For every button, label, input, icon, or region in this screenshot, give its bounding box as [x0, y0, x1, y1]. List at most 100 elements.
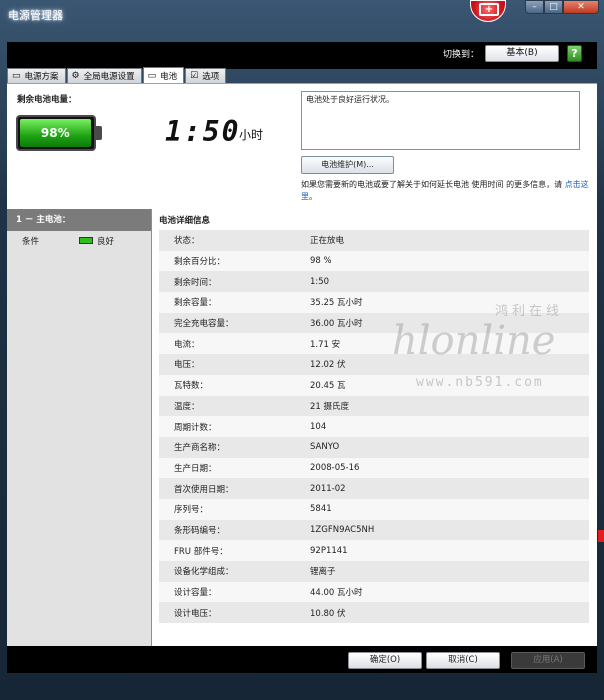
battery-maintenance-button[interactable]: 电池维护(M)... [301, 156, 394, 174]
info-text-body: 如果您需要新的电池或要了解关于如何延长电池 使用时间 的更多信息，请 [301, 180, 565, 189]
title-bar: 电源管理器 + – □ ✕ [0, 0, 604, 42]
detail-value: 正在放电 [310, 236, 345, 247]
battery-info-text: 如果您需要新的电池或要了解关于如何延长电池 使用时间 的更多信息，请 点击这里。 [301, 179, 591, 203]
battery-summary-panel: 剩余电池电量： 98% 1:50 小时 电池处于良好运行状况。 电池维护(M).… [7, 83, 597, 209]
detail-key: 设备化学组成： [174, 567, 234, 578]
switch-to-label: 切换到： [443, 50, 480, 60]
battery-gauge: 98% [16, 115, 102, 151]
cancel-button[interactable]: 取消(C) [426, 652, 500, 669]
detail-value: 12.02 伏 [310, 360, 346, 371]
detail-row: 电压： 12.02 伏 [159, 354, 589, 375]
condition-row: 条件 良好 [7, 231, 151, 251]
detail-value: 36.00 瓦小时 [310, 319, 363, 330]
tab-battery[interactable]: ▭ 电池 [142, 67, 185, 83]
apply-button[interactable]: 应用(A) [511, 652, 585, 669]
minimize-button[interactable]: – [525, 0, 544, 14]
tab-label: 电源方案 [24, 72, 59, 82]
tab-label: 选项 [202, 72, 220, 82]
detail-key: 序列号： [174, 505, 209, 516]
tab-power-plans[interactable]: ▭ 电源方案 [7, 68, 66, 83]
remaining-time-unit: 小时 [239, 128, 264, 142]
battery-gauge-body: 98% [16, 115, 96, 151]
detail-value: 2008-05-16 [310, 462, 360, 473]
detail-value: 2011-02 [310, 483, 346, 494]
detail-key: 剩余时间： [174, 277, 217, 288]
basic-mode-button[interactable]: 基本(B) [485, 45, 559, 62]
detail-value: 104 [310, 421, 327, 432]
detail-key: 条形码编号： [174, 525, 226, 536]
detail-key: 温度： [174, 401, 200, 412]
detail-value: 20.45 瓦 [310, 381, 346, 392]
detail-row: 生产日期： 2008-05-16 [159, 457, 589, 479]
window-title: 电源管理器 [8, 9, 63, 22]
detail-row: 剩余时间： 1:50 [159, 271, 589, 293]
detail-row: 剩余百分比： 98 % [159, 250, 589, 272]
detail-row: 周期计数： 104 [159, 416, 589, 437]
detail-row: 设计容量： 44.00 瓦小时 [159, 581, 589, 603]
close-button[interactable]: ✕ [563, 0, 599, 14]
detail-value: 5841 [310, 504, 332, 515]
remaining-time-display: 1:50 [165, 115, 241, 148]
gear-icon: ⚙ [71, 71, 80, 81]
tab-label: 全局电源设置 [83, 72, 135, 82]
edge-marker [598, 530, 604, 542]
detail-row: 状态： 正在放电 [159, 230, 589, 251]
detail-key: 设计电压： [174, 608, 217, 619]
condition-value: 良好 [97, 237, 115, 247]
detail-key: 首次使用日期： [174, 484, 234, 495]
detail-row: 条形码编号： 1ZGFN9AC5NH [159, 519, 589, 541]
tab-global-settings[interactable]: ⚙ 全局电源设置 [66, 68, 142, 83]
detail-key: 生产商名称： [174, 443, 226, 454]
detail-value: 1:50 [310, 276, 330, 287]
battery-gauge-terminal [96, 126, 102, 140]
detail-key: 完全充电容量： [174, 319, 234, 330]
detail-key: 剩余容量： [174, 298, 217, 309]
tab-label: 电池 [160, 71, 178, 82]
detail-key: 电流： [174, 339, 200, 350]
battery-status-box: 电池处于良好运行状况。 [301, 91, 580, 150]
details-title: 电池详细信息 [159, 216, 211, 226]
detail-row: 生产商名称： SANYO [159, 436, 589, 458]
info-text-tail: 。 [309, 192, 317, 201]
detail-value: 44.00 瓦小时 [310, 588, 363, 599]
detail-value: 锂离子 [310, 567, 336, 578]
detail-value: 10.80 伏 [310, 608, 346, 619]
detail-key: 状态： [174, 236, 200, 247]
detail-value: 1.71 安 [310, 339, 341, 350]
battery-outline-icon: ▭ [12, 71, 21, 81]
window-controls: – □ ✕ [525, 0, 599, 14]
battery-list-panel: 1 － 主电池： 条件 良好 [7, 209, 152, 646]
maximize-button[interactable]: □ [544, 0, 563, 14]
detail-value: SANYO [310, 442, 340, 453]
battery-good-icon [79, 237, 93, 244]
detail-value: 21 摄氏度 [310, 401, 350, 412]
main-battery-heading[interactable]: 1 － 主电池： [7, 209, 151, 231]
condition-label: 条件 [22, 237, 40, 247]
ok-button[interactable]: 确定(O) [348, 652, 422, 669]
detail-row: 瓦特数： 20.45 瓦 [159, 374, 589, 396]
detail-row: 剩余容量： 35.25 瓦小时 [159, 292, 589, 313]
battery-icon: ▭ [147, 70, 157, 81]
power-manager-logo-icon: + [470, 0, 506, 22]
tab-options[interactable]: ☑ 选项 [185, 68, 227, 83]
remaining-charge-label: 剩余电池电量： [17, 95, 77, 105]
detail-row: 序列号： 5841 [159, 498, 589, 520]
detail-key: 生产日期： [174, 463, 217, 474]
detail-value: 1ZGFN9AC5NH [310, 524, 375, 535]
detail-row: 完全充电容量： 36.00 瓦小时 [159, 312, 589, 334]
detail-row: 首次使用日期： 2011-02 [159, 478, 589, 499]
detail-value: 92P1141 [310, 545, 348, 556]
detail-row: FRU 部件号： 92P1141 [159, 540, 589, 561]
detail-key: 设计容量： [174, 588, 217, 599]
battery-details-panel: 电池详细信息 状态： 正在放电剩余百分比： 98 % 剩余时间： 1:50 剩余容量： 35… [152, 209, 597, 646]
detail-row: 电流： 1.71 安 [159, 333, 589, 355]
help-icon[interactable]: ? [567, 45, 582, 62]
checkbox-icon: ☑ [190, 71, 199, 81]
detail-key: 瓦特数： [174, 381, 209, 392]
detail-key: 剩余百分比： [174, 257, 226, 268]
battery-gauge-fill: 98% [20, 119, 91, 147]
footer-bar [7, 646, 597, 673]
detail-row: 设备化学组成： 锂离子 [159, 561, 589, 582]
tab-bar: ▭ 电源方案 ⚙ 全局电源设置 ▭ 电池 ☑ 选项 [7, 67, 227, 83]
detail-value: 98 % [310, 256, 332, 267]
